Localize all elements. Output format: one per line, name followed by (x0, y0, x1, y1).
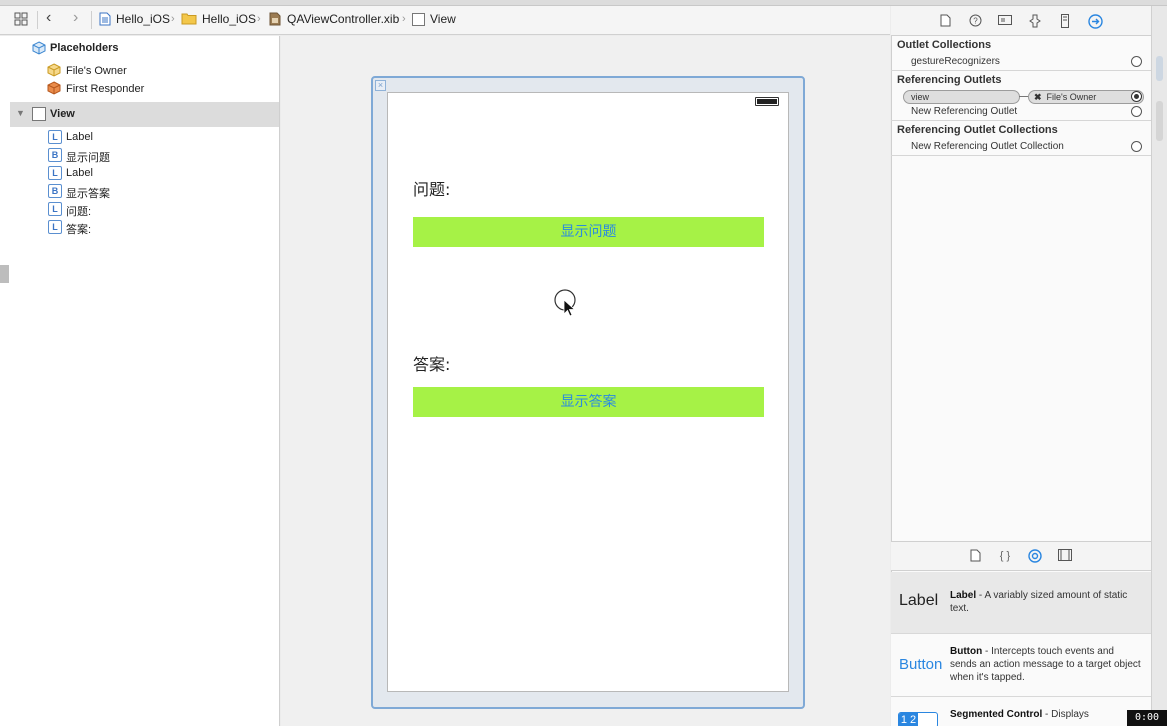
library-item-segmented-control[interactable]: 1 2 Segmented Control - Displays (891, 697, 1151, 726)
object-library-icon[interactable] (1028, 549, 1042, 563)
battery-icon (755, 97, 779, 106)
library-item-description: Button - Intercepts touch events and sen… (950, 646, 1141, 683)
svg-text:?: ? (973, 17, 978, 26)
label-badge-icon: L (48, 202, 62, 216)
quick-help-icon[interactable]: ? (968, 14, 982, 28)
xib-file-icon (269, 12, 281, 29)
view-object-icon (32, 107, 46, 124)
close-icon[interactable]: × (375, 80, 386, 91)
right-scrollbar[interactable] (1151, 6, 1167, 726)
outline-item-files-owner[interactable]: File's Owner (66, 65, 127, 77)
mouse-cursor-icon (554, 289, 578, 322)
folder-icon (181, 12, 197, 28)
files-owner-cube-icon (47, 63, 61, 80)
label-badge-icon: L (48, 166, 62, 180)
answer-label[interactable]: 答案: (413, 351, 450, 375)
size-inspector-icon[interactable] (1058, 14, 1072, 28)
library-item-description: Segmented Control - Displays (950, 709, 1089, 720)
new-referencing-outlet-collection: New Referencing Outlet Collection (911, 141, 1064, 152)
button-preview: Button (899, 656, 943, 673)
forward-arrow-icon[interactable]: › (73, 9, 78, 27)
library-tab-bar: { } (891, 541, 1151, 571)
media-library-icon[interactable] (1058, 549, 1072, 563)
referencing-outlet-collections-heading: Referencing Outlet Collections (897, 124, 1058, 136)
file-template-library-icon[interactable] (968, 549, 982, 563)
outline-child-button[interactable]: 显示答案 (66, 185, 110, 201)
outline-child-button[interactable]: 显示问题 (66, 149, 110, 165)
connection-circle-icon[interactable] (1131, 56, 1142, 67)
outlet-collections-heading: Outlet Collections (897, 39, 992, 51)
label-badge-icon: L (48, 130, 62, 144)
connection-circle-icon[interactable] (1131, 141, 1142, 152)
gesture-recognizers-outlet: gestureRecognizers (911, 56, 1000, 67)
remove-connection-icon[interactable]: ✖ (1034, 92, 1042, 102)
outline-item-first-responder[interactable]: First Responder (66, 83, 144, 95)
connections-inspector-icon[interactable] (1088, 14, 1103, 29)
first-responder-cube-icon (47, 81, 61, 98)
files-owner-connection-pill[interactable]: ✖ File's Owner (1028, 90, 1144, 104)
outline-scroll-indicator[interactable] (0, 265, 9, 283)
breadcrumb-view[interactable]: View (430, 12, 456, 26)
outline-children: L Label B 显示问题 L Label B 显示答案 L 问题: L 答案… (0, 128, 279, 238)
outline-child-label[interactable]: Label (66, 167, 93, 179)
identity-inspector-icon[interactable] (998, 14, 1012, 28)
jump-bar: ‹ › Hello_iOS › Hello_iOS › QAViewContro… (0, 6, 890, 35)
outline-child-label[interactable]: 问题: (66, 203, 91, 219)
breadcrumb-separator-icon: › (171, 13, 175, 25)
outline-child-label[interactable]: 答案: (66, 221, 91, 237)
outline-child-label[interactable]: Label (66, 131, 93, 143)
label-preview: Label (899, 592, 939, 609)
breadcrumb-separator-icon: › (402, 13, 406, 25)
outline-item-view[interactable]: ▼ View (10, 102, 279, 127)
library-item-description: Label - A variably sized amount of stati… (950, 590, 1128, 614)
outline-view-label: View (50, 108, 75, 120)
connection-circle-icon[interactable] (1131, 106, 1142, 117)
recording-timer: 0:00 (1127, 710, 1167, 726)
connected-circle-icon[interactable] (1131, 91, 1142, 102)
attributes-inspector-icon[interactable] (1028, 14, 1042, 28)
file-inspector-icon[interactable] (938, 14, 952, 28)
back-arrow-icon[interactable]: ‹ (46, 9, 51, 27)
new-referencing-outlet: New Referencing Outlet (911, 106, 1018, 117)
question-label[interactable]: 问题: (413, 176, 450, 200)
disclosure-triangle-icon[interactable]: ▼ (16, 108, 25, 118)
view-object-icon (412, 13, 425, 29)
label-badge-icon: L (48, 220, 62, 234)
button-badge-icon: B (48, 184, 62, 198)
breadcrumb-group[interactable]: Hello_iOS (202, 12, 256, 26)
referencing-outlets-heading: Referencing Outlets (897, 74, 1002, 86)
breadcrumb-file[interactable]: QAViewController.xib (287, 12, 399, 26)
breadcrumb-project[interactable]: Hello_iOS (116, 12, 170, 26)
code-snippet-library-icon[interactable]: { } (998, 549, 1012, 563)
library-item-label[interactable]: Label Label - A variably sized amount of… (891, 572, 1151, 634)
show-answer-button[interactable]: 显示答案 (413, 387, 764, 417)
project-file-icon (99, 12, 111, 29)
connected-object-label: File's Owner (1046, 92, 1097, 102)
show-question-button[interactable]: 显示问题 (413, 217, 764, 247)
placeholders-cube-icon (32, 41, 46, 58)
segmented-control-preview: 1 2 (898, 712, 938, 726)
library-item-button[interactable]: Button Button - Intercepts touch events … (891, 634, 1151, 697)
placeholders-heading: Placeholders (50, 42, 119, 54)
inspector-tab-bar: ? (891, 6, 1151, 36)
breadcrumb-separator-icon: › (257, 13, 261, 25)
related-items-icon[interactable] (14, 12, 28, 29)
view-outlet-pill[interactable]: view (903, 90, 1020, 104)
button-badge-icon: B (48, 148, 62, 162)
